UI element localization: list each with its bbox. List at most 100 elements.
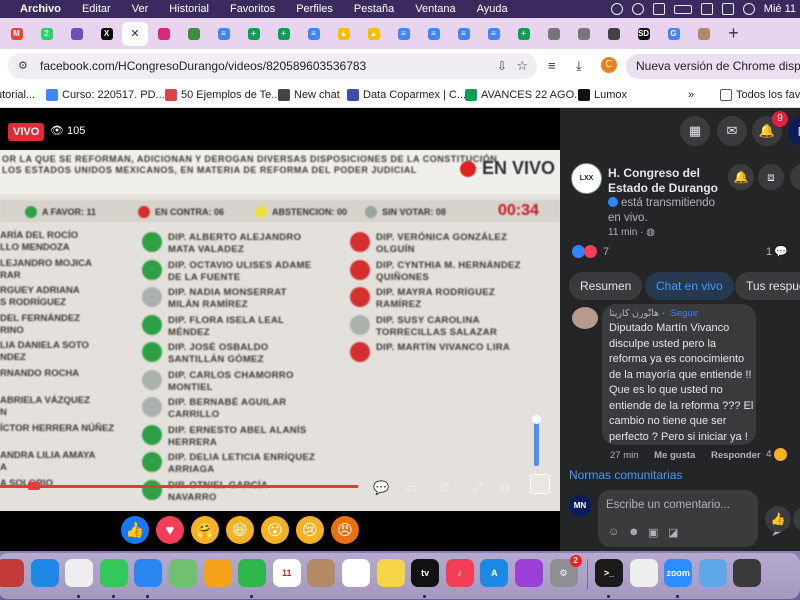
browser-tab[interactable]: + xyxy=(239,22,268,46)
avatar-sticker-icon[interactable]: ☺ xyxy=(608,526,619,538)
browser-tab[interactable]: ▲ xyxy=(329,22,358,46)
browser-tab[interactable]: ≡ xyxy=(209,22,238,46)
photos-icon[interactable] xyxy=(203,559,232,587)
menu-ver[interactable]: Ver xyxy=(132,3,149,15)
textedit-icon[interactable] xyxy=(629,559,658,587)
menu-ayuda[interactable]: Ayuda xyxy=(477,3,508,15)
browser-tab[interactable] xyxy=(179,22,208,46)
my-avatar[interactable]: MN xyxy=(569,495,591,517)
bookmark-item[interactable]: Curso: 220517. PD... xyxy=(46,89,165,101)
gif-icon[interactable]: ▣ xyxy=(648,526,658,539)
chrome-update-button[interactable]: Nueva versión de Chrome disponible xyxy=(626,54,800,79)
browser-tab[interactable] xyxy=(599,22,628,46)
browser-tab[interactable]: ≡ xyxy=(449,22,478,46)
browser-tab[interactable]: G xyxy=(659,22,688,46)
site-settings-icon[interactable]: ⚙ xyxy=(18,60,30,72)
captions-icon[interactable]: 💬 xyxy=(373,480,389,496)
tab-tus-respuestas[interactable]: Tus respue xyxy=(735,272,800,300)
safari-icon[interactable] xyxy=(30,559,59,587)
downloads-icon[interactable]: ⤓ xyxy=(576,58,582,74)
pip-icon[interactable]: ▭ xyxy=(405,480,417,496)
fullscreen-icon[interactable]: ⤢ xyxy=(472,480,482,496)
battery-icon[interactable] xyxy=(673,4,692,14)
browser-tab[interactable]: ≡ xyxy=(389,22,418,46)
bookmark-item[interactable]: Data Coparmex | C... xyxy=(347,89,466,101)
sad-reaction-icon[interactable]: 😢 xyxy=(296,516,324,544)
share-stream-button[interactable]: ↗ xyxy=(793,506,800,532)
comment-reaction-count[interactable]: 4 xyxy=(766,448,787,461)
angry-reaction-icon[interactable]: 😠 xyxy=(331,516,359,544)
video-progress-bar[interactable] xyxy=(0,482,359,490)
volume-slider[interactable] xyxy=(532,415,541,466)
terminal-icon[interactable]: >_ xyxy=(595,559,623,587)
address-url[interactable]: facebook.com/HCongresoDurango/videos/820… xyxy=(40,59,366,73)
menu-favoritos[interactable]: Favoritos xyxy=(230,3,275,15)
xcode-icon[interactable] xyxy=(698,559,727,587)
launchpad-icon[interactable] xyxy=(0,559,24,587)
back-icon[interactable]: ‹ xyxy=(790,164,800,190)
post-time[interactable]: 11 min · ◍ xyxy=(608,227,655,238)
bluetooth-icon[interactable] xyxy=(652,3,665,15)
love-reaction-icon[interactable]: ♥ xyxy=(156,516,184,544)
menu-historial[interactable]: Historial xyxy=(169,3,209,15)
siri-icon[interactable] xyxy=(742,3,755,15)
mail-icon[interactable] xyxy=(134,559,163,587)
settings-icon[interactable]: ⚙ 2 xyxy=(549,555,582,587)
page-name[interactable]: H. Congreso del Estado de Durango xyxy=(608,166,718,196)
appstore-icon[interactable]: A xyxy=(480,559,509,587)
zoom-status-icon[interactable] xyxy=(610,3,623,15)
reply-button[interactable]: Responder xyxy=(711,450,761,461)
commenter-avatar[interactable] xyxy=(572,307,598,329)
care-reaction-icon[interactable]: 🤗 xyxy=(191,516,219,544)
podcasts-icon[interactable] xyxy=(515,559,543,587)
sticker-icon[interactable]: ◪ xyxy=(668,526,678,539)
maps-icon[interactable] xyxy=(169,559,197,587)
browser-tab[interactable]: M xyxy=(2,22,31,46)
miniplayer-icon[interactable]: ⧉ xyxy=(500,480,509,496)
menu-perfiles[interactable]: Perfiles xyxy=(296,3,333,15)
control-center-icon[interactable] xyxy=(721,3,734,15)
browser-tab[interactable] xyxy=(539,22,568,46)
browser-tab[interactable] xyxy=(62,22,91,46)
facetime-icon[interactable] xyxy=(238,559,267,587)
tab-search-icon[interactable]: ≡ xyxy=(548,58,556,73)
page-bell-icon[interactable]: 🔔 xyxy=(728,164,754,190)
video-player[interactable]: OR LA QUE SE REFORMAN, ADICIONAN Y DEROG… xyxy=(0,108,560,511)
tab-chat-en-vivo[interactable]: Chat en vivo xyxy=(645,272,734,300)
browser-tab[interactable]: + xyxy=(269,22,298,46)
like-comment-button[interactable]: Me gusta xyxy=(654,450,695,461)
calendar-icon[interactable]: 11 xyxy=(272,559,301,587)
browser-tab[interactable]: + xyxy=(509,22,538,46)
browser-tab[interactable] xyxy=(569,22,598,46)
comment-age[interactable]: 27 min xyxy=(610,450,639,461)
wifi-icon[interactable] xyxy=(700,3,713,15)
menu-pestaa[interactable]: Pestaña xyxy=(354,3,394,15)
bookmark-item[interactable]: 50 Ejemplos de Te... xyxy=(165,89,280,101)
play-status-icon[interactable] xyxy=(631,3,644,15)
volume-handle[interactable] xyxy=(532,415,541,424)
save-icon[interactable]: ⧈ xyxy=(758,164,784,190)
account-avatar[interactable]: M xyxy=(788,116,800,146)
bookmark-item[interactable]: New chat xyxy=(278,89,340,101)
browser-tab[interactable]: ≡ xyxy=(299,22,328,46)
notes-icon[interactable] xyxy=(376,559,405,587)
browser-tab[interactable] xyxy=(689,22,718,46)
bookmark-item[interactable]: Lumox xyxy=(578,89,627,101)
new-tab-button[interactable]: + xyxy=(719,22,748,46)
address-bar[interactable]: ⚙ facebook.com/HCongresoDurango/videos/8… xyxy=(8,53,537,79)
menubar-clock[interactable]: Mié 11 xyxy=(764,3,796,15)
tab-resumen[interactable]: Resumen xyxy=(569,272,643,300)
wow-reaction-icon[interactable]: 😮 xyxy=(261,516,289,544)
browser-tab[interactable]: ≡ xyxy=(479,22,508,46)
reaction-summary[interactable]: 7 xyxy=(572,245,609,258)
messages-icon[interactable] xyxy=(99,559,128,587)
chrome-icon[interactable] xyxy=(65,559,94,587)
browser-tab[interactable] xyxy=(149,22,178,46)
emoji-icon[interactable]: ☻ xyxy=(628,526,640,538)
contacts-icon[interactable] xyxy=(307,559,336,587)
comment-author[interactable]: هاتّورن كاريتا · Seguir xyxy=(609,308,698,319)
like-stream-button[interactable]: 👍 xyxy=(765,506,791,532)
bookmark-item[interactable]: AVANCES 22 AGO... xyxy=(465,89,583,101)
bookmark-star-icon[interactable]: ☆ xyxy=(516,58,528,74)
bookmark-item[interactable]: Todos los favo xyxy=(720,89,800,101)
